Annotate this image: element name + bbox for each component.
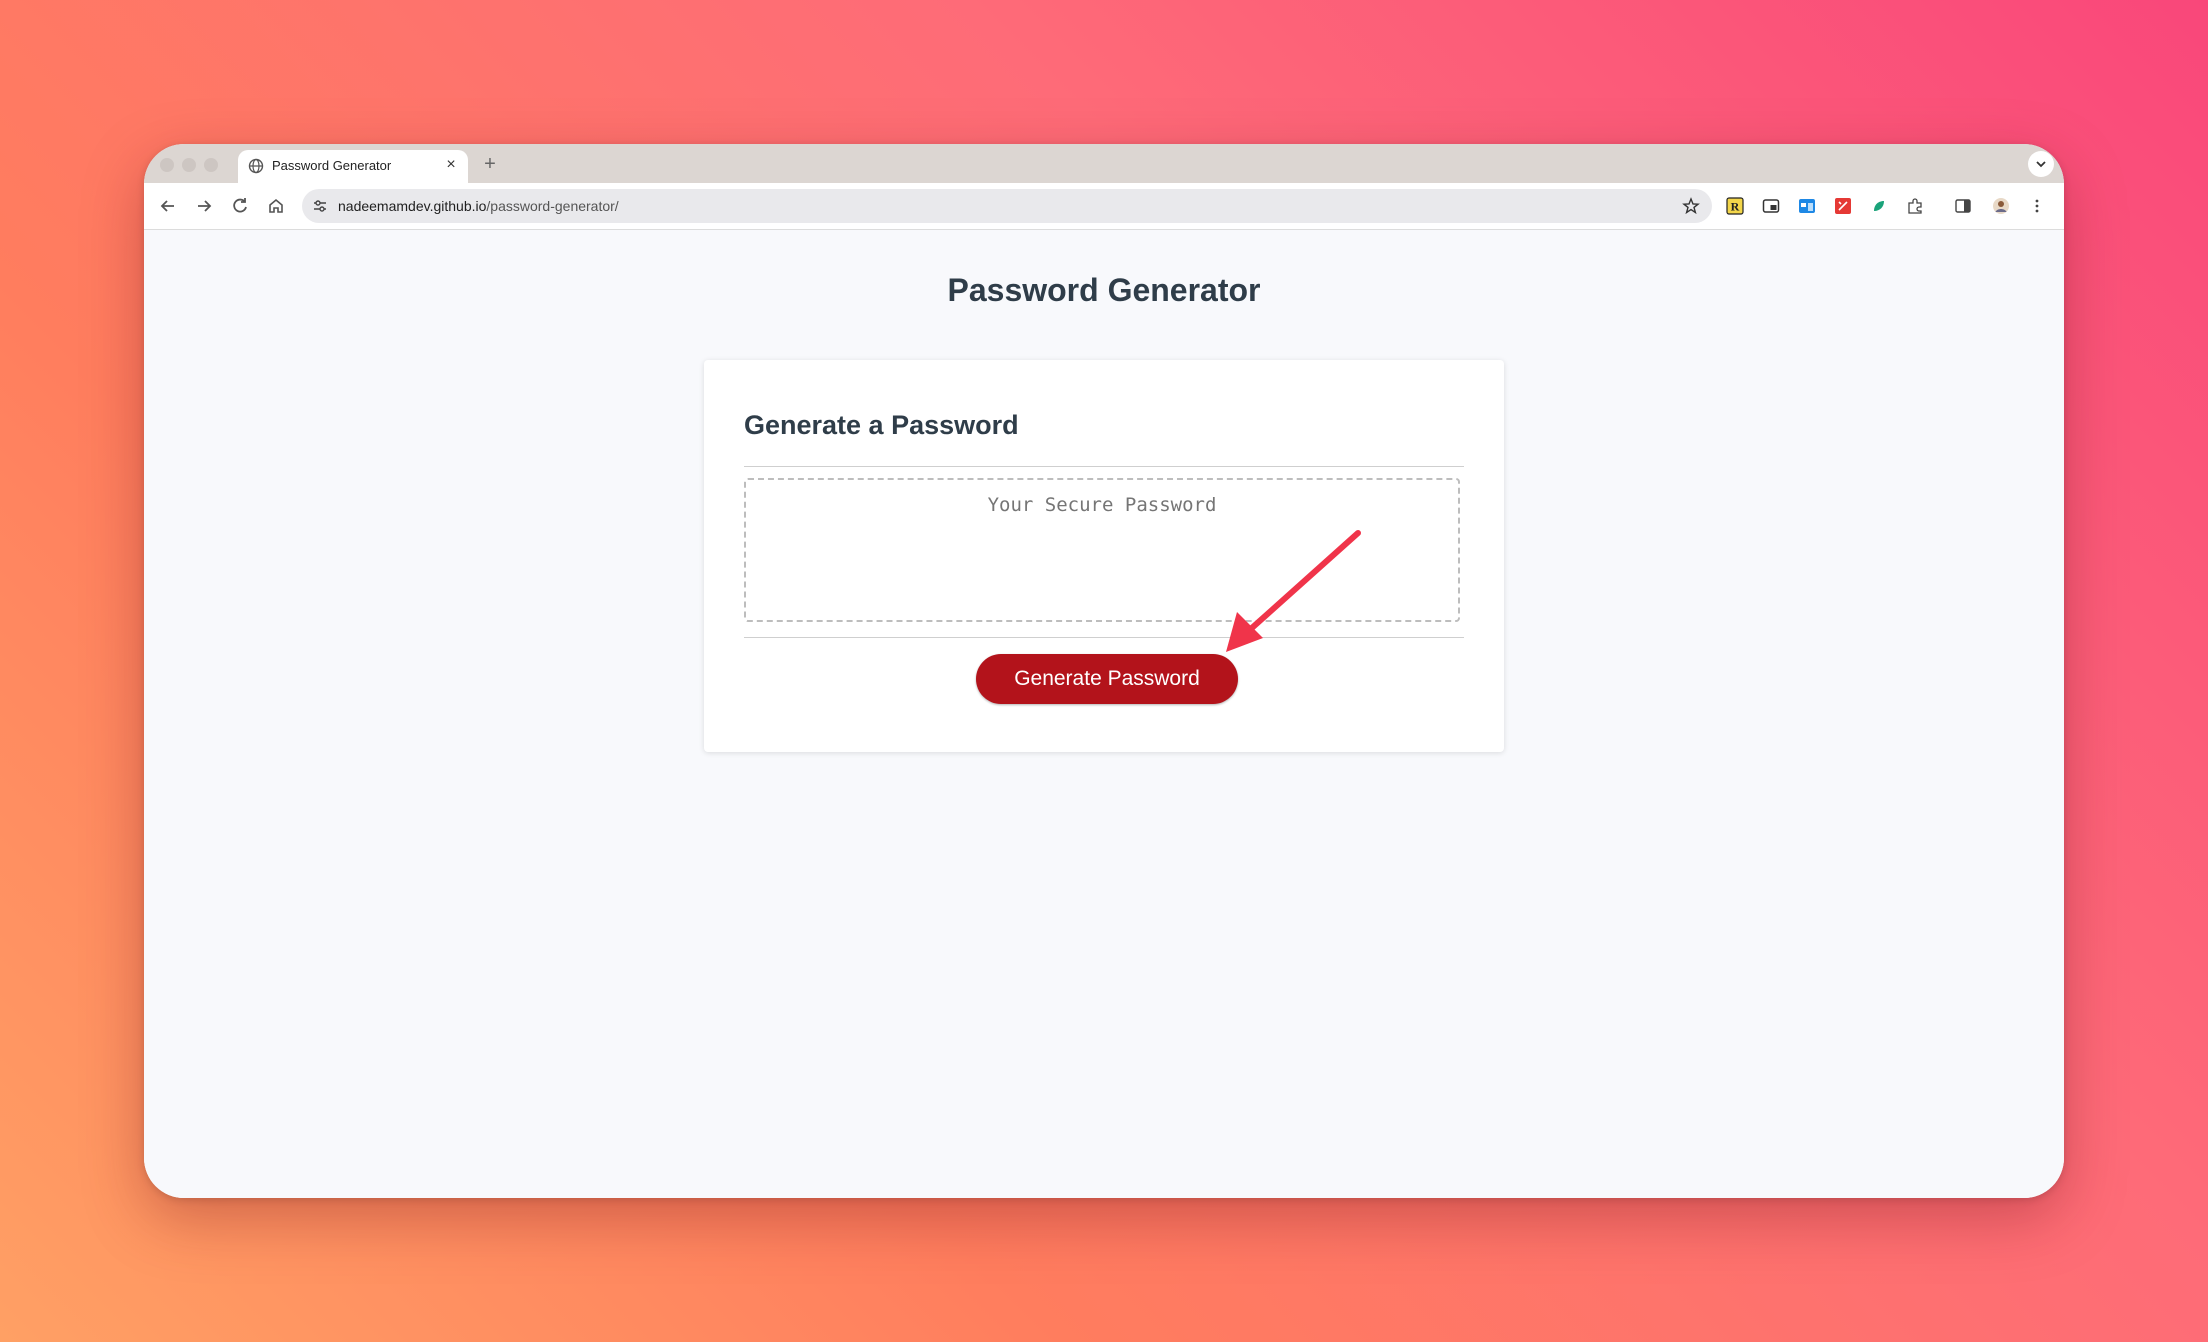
home-icon[interactable] [264, 194, 288, 218]
password-output[interactable] [744, 478, 1460, 622]
tab-password-generator[interactable]: Password Generator × [238, 150, 468, 183]
browser-toolbar: nadeemamdev.github.io/password-generator… [144, 183, 2064, 230]
picture-in-picture-icon[interactable] [1762, 197, 1780, 215]
header-divider [744, 466, 1464, 467]
url-path: /password-generator/ [486, 198, 619, 214]
page-title: Password Generator [947, 272, 1261, 308]
reload-icon[interactable] [228, 194, 252, 218]
leaf-icon[interactable] [1870, 197, 1888, 215]
chevron-down-icon [2036, 161, 2046, 168]
minimize-window-button[interactable] [182, 158, 196, 172]
profile-avatar-icon[interactable] [1992, 197, 2010, 215]
menu-icon[interactable] [2028, 197, 2046, 215]
url-host: nadeemamdev.github.io [338, 198, 487, 214]
back-icon[interactable] [156, 194, 180, 218]
tab-close-icon[interactable]: × [440, 154, 462, 176]
forward-icon[interactable] [192, 194, 216, 218]
globe-icon [248, 158, 264, 174]
pdf-icon[interactable] [1834, 197, 1852, 215]
tab-search-button[interactable] [2028, 151, 2054, 177]
browser-window: Password Generator × + nadeemamdev.githu… [144, 144, 2064, 1198]
close-window-button[interactable] [160, 158, 174, 172]
puzzle-icon[interactable] [1906, 197, 1924, 215]
tab-strip: Password Generator × + [144, 144, 2064, 183]
generate-password-button[interactable]: Generate Password [976, 654, 1238, 704]
address-bar[interactable]: nadeemamdev.github.io/password-generator… [302, 189, 1712, 223]
url-text[interactable]: nadeemamdev.github.io/password-generator… [338, 198, 619, 214]
new-tab-button[interactable]: + [476, 150, 504, 178]
readwise-icon[interactable]: R [1726, 197, 1744, 215]
page-content: Password Generator Generate a Password G… [144, 230, 2064, 1198]
svg-text:R: R [1731, 200, 1740, 214]
window-icon[interactable] [1798, 197, 1816, 215]
sidepanel-icon[interactable] [1954, 197, 1972, 215]
bookmark-star-icon[interactable] [1682, 197, 1700, 215]
footer-divider [744, 637, 1464, 638]
generator-card: Generate a Password Generate Password [704, 360, 1504, 752]
zoom-window-button[interactable] [204, 158, 218, 172]
site-info-icon[interactable] [312, 198, 328, 214]
card-header: Generate a Password [744, 410, 1019, 440]
tab-title: Password Generator [272, 158, 392, 173]
